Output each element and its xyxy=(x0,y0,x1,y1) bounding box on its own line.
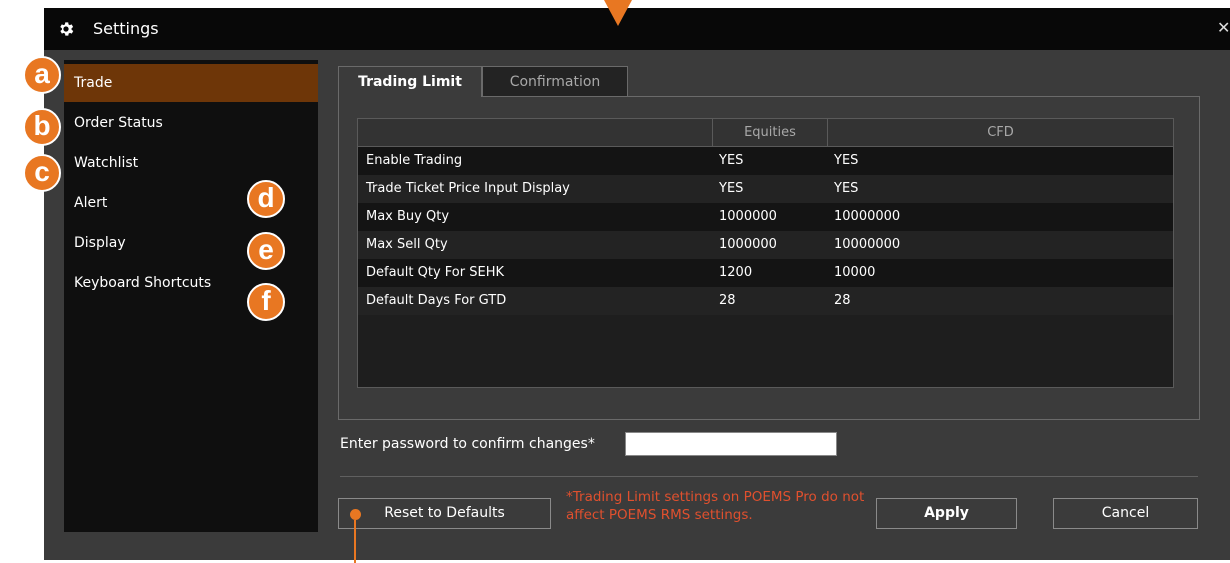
equities-value[interactable]: 1000000 xyxy=(719,203,777,231)
callout-badge-e: e xyxy=(247,232,285,270)
password-label: Enter password to confirm changes* xyxy=(340,436,595,452)
sidebar-item-trade[interactable]: Trade xyxy=(64,64,318,102)
rms-warning-note: *Trading Limit settings on POEMS Pro do … xyxy=(566,489,865,523)
title-bar: Settings ✕ xyxy=(44,8,1230,50)
trading-limit-table: Equities CFD Enable Trading YES YES Trad… xyxy=(357,118,1174,388)
table-row[interactable]: Default Days For GTD 28 28 xyxy=(358,287,1173,315)
sidebar-item-label: Order Status xyxy=(74,115,163,131)
table-row[interactable]: Default Qty For SEHK 1200 10000 xyxy=(358,259,1173,287)
annotation-arrow-icon xyxy=(604,0,632,26)
cancel-button[interactable]: Cancel xyxy=(1053,498,1198,529)
cfd-value[interactable]: 10000000 xyxy=(834,203,900,231)
row-label: Enable Trading xyxy=(366,153,463,168)
sidebar-item-label: Display xyxy=(74,235,126,251)
equities-value[interactable]: YES xyxy=(719,175,743,203)
row-label: Trade Ticket Price Input Display xyxy=(366,181,570,196)
equities-value[interactable]: 1000000 xyxy=(719,231,777,259)
callout-badge-d: d xyxy=(247,180,285,218)
reset-to-defaults-button[interactable]: Reset to Defaults xyxy=(338,498,551,529)
callout-badge-f: f xyxy=(247,283,285,321)
cfd-value[interactable]: 10000 xyxy=(834,259,875,287)
sidebar-item-label: Keyboard Shortcuts xyxy=(74,275,212,291)
sidebar-item-label: Watchlist xyxy=(74,155,139,171)
callout-badge-a: a xyxy=(23,56,61,94)
annotation-pointer-line xyxy=(354,520,356,563)
table-row[interactable]: Max Buy Qty 1000000 10000000 xyxy=(358,203,1173,231)
cfd-value[interactable]: YES xyxy=(834,147,858,175)
callout-badge-c: c xyxy=(23,154,61,192)
equities-value[interactable]: 1200 xyxy=(719,259,752,287)
password-input[interactable] xyxy=(625,432,837,456)
apply-button[interactable]: Apply xyxy=(876,498,1017,529)
column-header-setting xyxy=(358,119,712,147)
tab-trading-limit[interactable]: Trading Limit xyxy=(338,66,482,97)
sidebar-item-watchlist[interactable]: Watchlist xyxy=(64,144,318,182)
gear-icon xyxy=(60,22,74,36)
tab-confirmation[interactable]: Confirmation xyxy=(482,66,628,97)
sidebar-item-label: Trade xyxy=(74,75,113,91)
cfd-value[interactable]: YES xyxy=(834,175,858,203)
sidebar-item-label: Alert xyxy=(74,195,108,211)
column-header-equities: Equities xyxy=(744,125,796,140)
table-row[interactable]: Trade Ticket Price Input Display YES YES xyxy=(358,175,1173,203)
row-label: Max Buy Qty xyxy=(366,209,450,224)
sidebar-item-order-status[interactable]: Order Status xyxy=(64,104,318,142)
annotation-pointer-dot xyxy=(350,509,361,520)
table-row[interactable]: Max Sell Qty 1000000 10000000 xyxy=(358,231,1173,259)
row-label: Max Sell Qty xyxy=(366,237,448,252)
row-label: Default Qty For SEHK xyxy=(366,265,504,280)
row-label: Default Days For GTD xyxy=(366,293,507,308)
table-header: Equities CFD xyxy=(358,119,1173,147)
table-row[interactable]: Enable Trading YES YES xyxy=(358,147,1173,175)
window-title: Settings xyxy=(93,19,159,38)
callout-badge-b: b xyxy=(23,108,61,146)
column-header-cfd: CFD xyxy=(987,125,1014,140)
close-icon[interactable]: ✕ xyxy=(1217,18,1230,37)
equities-value[interactable]: 28 xyxy=(719,287,736,315)
settings-window: Settings ✕ Trade Order Status Watchlist … xyxy=(44,8,1230,560)
cfd-value[interactable]: 10000000 xyxy=(834,231,900,259)
divider xyxy=(340,476,1198,477)
equities-value[interactable]: YES xyxy=(719,147,743,175)
cfd-value[interactable]: 28 xyxy=(834,287,851,315)
